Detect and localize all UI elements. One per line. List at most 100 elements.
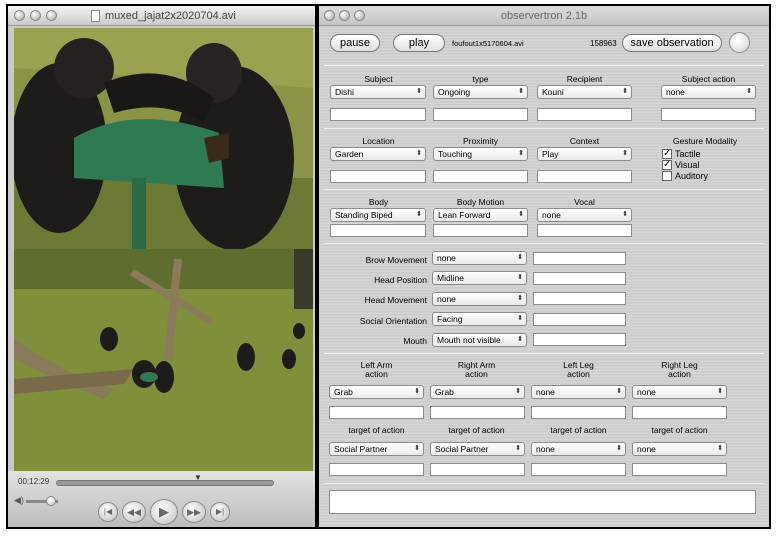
- body-motion-text-field[interactable]: [433, 224, 528, 237]
- select-arrow-icon: ⬍: [517, 336, 523, 343]
- visual-checkbox[interactable]: ✓: [662, 160, 672, 170]
- select-arrow-icon: ⬍: [518, 88, 524, 95]
- select-arrow-icon: ⬍: [622, 88, 628, 95]
- separator: [324, 243, 764, 244]
- vocal-select[interactable]: none ⬍: [537, 208, 632, 222]
- skip-end-icon[interactable]: ▶|: [210, 502, 230, 522]
- left-arm-action-select[interactable]: Grab ⬍: [329, 385, 424, 399]
- left-arm-target-select[interactable]: Social Partner ⬍: [329, 442, 424, 456]
- left-leg-target-select[interactable]: none ⬍: [531, 442, 626, 456]
- right-arm-action-text-field[interactable]: [430, 406, 525, 419]
- mouth-text-field[interactable]: [533, 333, 626, 346]
- right-leg-target-label: target of action: [651, 425, 708, 435]
- location-text-field[interactable]: [330, 170, 426, 183]
- right-arm-target-label: target of action: [448, 425, 505, 435]
- select-arrow-icon: ⬍: [517, 295, 523, 302]
- fast-forward-icon[interactable]: ▶▶: [182, 501, 206, 523]
- context-text-field[interactable]: [537, 170, 632, 183]
- right-arm-action-select[interactable]: Grab ⬍: [430, 385, 525, 399]
- volume-icon: ◀): [14, 495, 24, 505]
- left-leg-action-text-field[interactable]: [531, 406, 626, 419]
- select-arrow-icon: ⬍: [517, 315, 523, 322]
- select-arrow-icon: ⬍: [717, 388, 723, 395]
- close-button[interactable]: [14, 10, 25, 21]
- rewind-icon[interactable]: ◀◀: [122, 501, 146, 523]
- select-arrow-icon: ⬍: [616, 388, 622, 395]
- separator: [324, 65, 764, 66]
- select-arrow-icon: ⬍: [517, 274, 523, 281]
- subject-action-label: Subject action: [681, 74, 736, 84]
- left-arm-target-text-field[interactable]: [329, 463, 424, 476]
- select-arrow-icon: ⬍: [416, 88, 422, 95]
- social-orientation-select[interactable]: Facing ⬍: [432, 312, 527, 326]
- type-text-field[interactable]: [433, 108, 528, 121]
- separator: [324, 483, 764, 484]
- recipient-select[interactable]: Kouni ⬍: [537, 85, 632, 99]
- subject-text-field[interactable]: [330, 108, 426, 121]
- left-leg-action-select[interactable]: none ⬍: [531, 385, 626, 399]
- frame-counter: 158963: [590, 39, 617, 48]
- timeline-scrubber[interactable]: [56, 480, 274, 486]
- auditory-checkbox[interactable]: [662, 171, 672, 181]
- mouth-select[interactable]: Mouth not visible ⬍: [432, 333, 527, 347]
- app-title: observertron 2.1b: [500, 10, 588, 22]
- head-position-label: Head Position: [374, 275, 427, 285]
- body-select[interactable]: Standing Biped ⬍: [330, 208, 426, 222]
- left-leg-target-text-field[interactable]: [531, 463, 626, 476]
- left-arm-action-text-field[interactable]: [329, 406, 424, 419]
- right-leg-target-select[interactable]: none ⬍: [632, 442, 727, 456]
- head-movement-select[interactable]: none ⬍: [432, 292, 527, 306]
- subject-action-text-field[interactable]: [661, 108, 756, 121]
- select-arrow-icon: ⬍: [515, 388, 521, 395]
- pause-button[interactable]: pause: [330, 34, 380, 52]
- context-select[interactable]: Play ⬍: [537, 147, 632, 161]
- skip-start-icon[interactable]: |◀: [98, 502, 118, 522]
- body-label: Body: [368, 197, 389, 207]
- location-label: Location: [362, 136, 395, 146]
- right-leg-action-label: Right Leg action: [661, 360, 698, 379]
- enclosure-wide-image: [14, 249, 313, 471]
- status-indicator: [729, 32, 750, 53]
- select-arrow-icon: ⬍: [746, 88, 752, 95]
- filename-label: foufout1x5170604.avi: [452, 39, 524, 48]
- zoom-button[interactable]: [46, 10, 57, 21]
- play-icon[interactable]: ▶: [150, 499, 178, 525]
- location-select[interactable]: Garden ⬍: [330, 147, 426, 161]
- proximity-text-field[interactable]: [433, 170, 528, 183]
- head-movement-text-field[interactable]: [533, 292, 626, 305]
- tactile-checkbox[interactable]: ✓: [662, 149, 672, 159]
- head-position-text-field[interactable]: [533, 272, 626, 285]
- head-position-select[interactable]: Midline ⬍: [432, 271, 527, 285]
- brow-movement-select[interactable]: none ⬍: [432, 251, 527, 265]
- right-leg-action-select[interactable]: none ⬍: [632, 385, 727, 399]
- visual-label: Visual: [675, 160, 700, 170]
- right-arm-target-select[interactable]: Social Partner ⬍: [430, 442, 525, 456]
- subject-action-select[interactable]: none ⬍: [661, 85, 756, 99]
- subject-select[interactable]: Dishi ⬍: [330, 85, 426, 99]
- right-arm-target-text-field[interactable]: [430, 463, 525, 476]
- minimize-button[interactable]: [30, 10, 41, 21]
- player-titlebar: muxed_jajat2x2020704.avi: [8, 6, 315, 26]
- save-observation-button[interactable]: save observation: [622, 34, 722, 52]
- select-arrow-icon: ⬍: [515, 445, 521, 452]
- player-title: muxed_jajat2x2020704.avi: [105, 10, 236, 22]
- vocal-text-field[interactable]: [537, 224, 632, 237]
- notes-text-area[interactable]: [329, 490, 756, 514]
- recipient-label: Recipient: [566, 74, 603, 84]
- brow-movement-label: Brow Movement: [365, 255, 427, 265]
- brow-movement-text-field[interactable]: [533, 252, 626, 265]
- right-leg-target-text-field[interactable]: [632, 463, 727, 476]
- play-button[interactable]: play: [393, 34, 445, 52]
- playhead-icon[interactable]: ▼: [194, 473, 202, 482]
- video-file-icon: [91, 10, 100, 22]
- select-arrow-icon: ⬍: [616, 445, 622, 452]
- volume-knob[interactable]: [46, 496, 56, 506]
- recipient-text-field[interactable]: [537, 108, 632, 121]
- proximity-select[interactable]: Touching ⬍: [433, 147, 528, 161]
- body-text-field[interactable]: [330, 224, 426, 237]
- social-orientation-text-field[interactable]: [533, 313, 626, 326]
- body-motion-select[interactable]: Lean Forward ⬍: [433, 208, 528, 222]
- body-motion-label: Body Motion: [456, 197, 505, 207]
- type-select[interactable]: Ongoing ⬍: [433, 85, 528, 99]
- right-leg-action-text-field[interactable]: [632, 406, 727, 419]
